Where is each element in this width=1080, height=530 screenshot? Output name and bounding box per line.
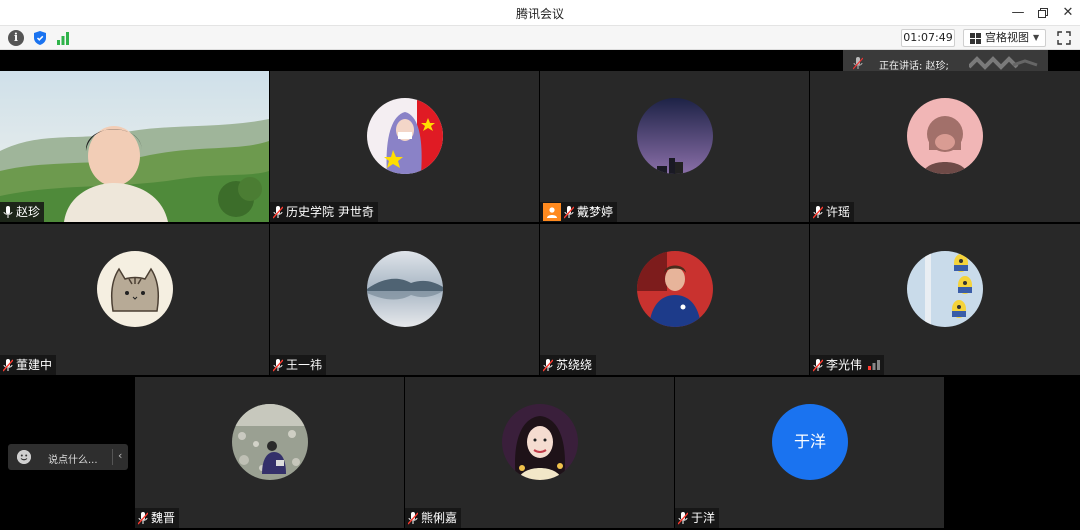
mic-muted-icon xyxy=(273,358,283,371)
avatar xyxy=(232,404,308,480)
hooded-figure-flag-image xyxy=(367,98,443,174)
meeting-timer: 01:07:49 xyxy=(901,29,955,47)
participant-name-bar: 王一祎 xyxy=(270,355,327,375)
cartoon-girl-image xyxy=(907,98,983,174)
participant-name: 熊俐嘉 xyxy=(421,511,458,525)
night-sky-image xyxy=(637,98,713,174)
chat-placeholder: 说点什么... xyxy=(48,455,98,466)
participant-name-bar: 戴梦婷 xyxy=(540,202,618,222)
participant-tile-xionglijia[interactable]: 熊俐嘉 xyxy=(405,377,674,528)
avatar xyxy=(637,98,713,174)
illustrated-woman-image xyxy=(502,404,578,480)
view-mode-button[interactable]: 宫格视图 ▼ xyxy=(963,29,1046,47)
close-icon[interactable]: ✕ xyxy=(1056,3,1080,23)
chevron-left-icon[interactable]: ‹ xyxy=(118,449,122,462)
shield-icon[interactable] xyxy=(32,30,48,46)
participant-name-bar: 魏晋 xyxy=(135,508,180,528)
participant-tile-weijin[interactable]: 魏晋 xyxy=(135,377,404,528)
mic-muted-icon xyxy=(564,205,574,218)
avatar xyxy=(502,404,578,480)
participant-tile-suraorao[interactable]: 苏绕绕 xyxy=(540,224,809,375)
participant-name: 许瑶 xyxy=(826,205,851,219)
participant-tile-liguangwei[interactable]: 李光伟 xyxy=(810,224,1080,375)
participant-tile-xuyao[interactable]: 许瑶 xyxy=(810,71,1080,222)
participant-name: 魏晋 xyxy=(151,511,176,525)
divider xyxy=(112,449,113,465)
mic-icon xyxy=(3,205,13,218)
user-badge-icon xyxy=(543,203,561,221)
chevron-down-icon: ▼ xyxy=(1033,33,1040,42)
participant-tile-daimengting[interactable]: 戴梦婷 xyxy=(540,71,809,222)
participant-tile-wangyiyi[interactable]: 王一祎 xyxy=(270,224,539,375)
participant-name: 戴梦婷 xyxy=(577,205,614,219)
participant-name: 赵珍 xyxy=(16,205,41,219)
participant-name-bar: 董建中 xyxy=(0,355,57,375)
window-title: 腾讯会议 xyxy=(515,7,564,21)
mic-muted-icon xyxy=(678,511,688,524)
emoji-icon[interactable] xyxy=(17,450,31,464)
meeting-toolbar: i 01:07:49 宫格视图 ▼ xyxy=(0,26,1080,50)
participant-name-bar: 于洋 xyxy=(675,508,720,528)
participant-name-bar: 历史学院 尹世奇 xyxy=(270,202,378,222)
participant-name: 董建中 xyxy=(16,358,53,372)
participant-tile-zhaozhen[interactable]: 赵珍 xyxy=(0,71,269,222)
participant-tile-yinshiqi[interactable]: 历史学院 尹世奇 xyxy=(270,71,539,222)
chat-input[interactable]: 说点什么... ‹ xyxy=(8,444,128,470)
mic-muted-icon xyxy=(543,358,553,371)
mic-muted-icon xyxy=(813,205,823,218)
avatar xyxy=(367,98,443,174)
mic-muted-icon xyxy=(138,511,148,524)
participant-name: 王一祎 xyxy=(286,358,323,372)
participant-name-bar: 苏绕绕 xyxy=(540,355,597,375)
misty-lake-image xyxy=(367,251,443,327)
participant-tile-yuyang[interactable]: 于洋 于洋 xyxy=(675,377,944,528)
person-on-rocks-image xyxy=(232,404,308,480)
avatar xyxy=(637,251,713,327)
avatar xyxy=(97,251,173,327)
grid-icon xyxy=(970,33,981,44)
title-bar: 腾讯会议 — ✕ xyxy=(0,0,1080,26)
fullscreen-icon[interactable] xyxy=(1056,30,1072,46)
meeting-window: 腾讯会议 — ✕ i 01:07:49 宫格视图 ▼ 正在讲话: 赵珍; 赵珍 … xyxy=(0,0,1080,530)
participant-name: 历史学院 尹世奇 xyxy=(286,205,374,219)
participant-name-bar: 李光伟 xyxy=(810,355,885,375)
avatar xyxy=(907,251,983,327)
info-icon[interactable]: i xyxy=(8,30,24,46)
view-mode-label: 宫格视图 xyxy=(985,31,1029,44)
video-feed xyxy=(0,71,269,222)
participant-name-bar: 赵珍 xyxy=(0,202,45,222)
weak-signal-icon xyxy=(868,360,881,370)
speaking-label: 正在讲话: 赵珍; xyxy=(879,61,949,72)
restore-icon[interactable] xyxy=(1031,3,1055,23)
participant-name: 李光伟 xyxy=(826,358,863,372)
participant-name-bar: 熊俐嘉 xyxy=(405,508,462,528)
football-player-image xyxy=(637,251,713,327)
participant-name: 于洋 xyxy=(691,511,716,525)
minions-image xyxy=(907,251,983,327)
initials-avatar: 于洋 xyxy=(772,404,848,480)
watermark-logo xyxy=(969,56,1038,70)
pusheen-cat-image xyxy=(97,251,173,327)
mic-muted-icon xyxy=(3,358,13,371)
participant-tile-dongjianzhong[interactable]: 董建中 xyxy=(0,224,269,375)
mic-icon xyxy=(853,57,863,70)
mic-muted-icon xyxy=(813,358,823,371)
mic-muted-icon xyxy=(408,511,418,524)
participant-name-bar: 许瑶 xyxy=(810,202,855,222)
minimize-icon[interactable]: — xyxy=(1006,3,1030,23)
participant-name: 苏绕绕 xyxy=(556,358,593,372)
mic-muted-icon xyxy=(273,205,283,218)
avatar xyxy=(367,251,443,327)
signal-icon[interactable] xyxy=(55,30,71,46)
avatar xyxy=(907,98,983,174)
